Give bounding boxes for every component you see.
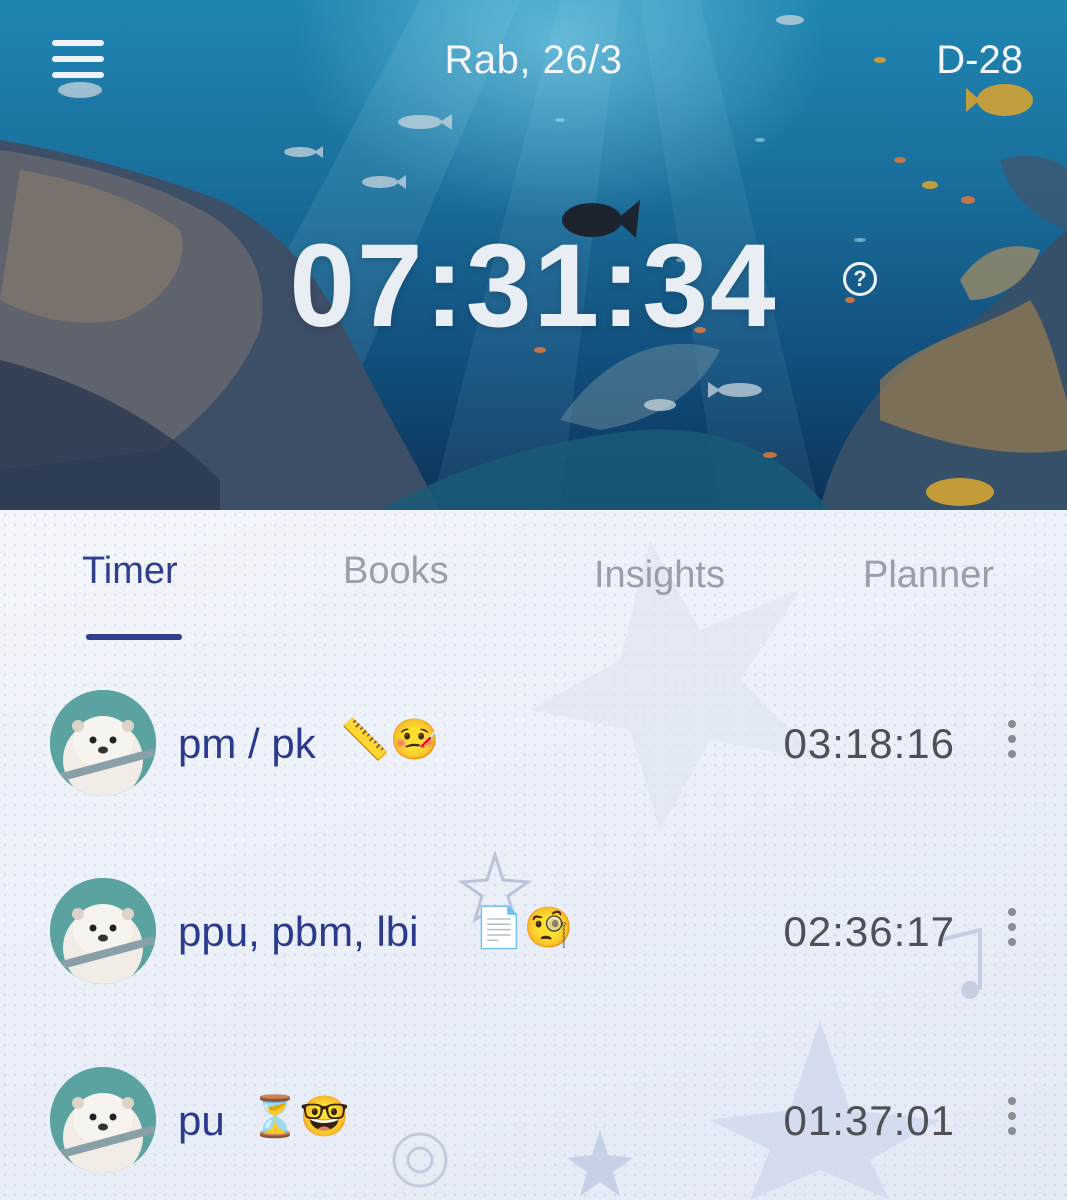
active-tab-indicator — [86, 634, 182, 640]
subject-emoji: ⏳🤓 — [250, 1095, 350, 1139]
otter-avatar — [50, 878, 156, 984]
d-day-counter[interactable]: D-28 — [936, 38, 1023, 83]
subject-time: 03:18:16 — [783, 720, 955, 767]
date-label: Rab, 26/3 — [444, 38, 623, 82]
total-timer-display: 07:31:34 — [289, 220, 778, 352]
otter-avatar — [50, 690, 156, 796]
subject-name: pm / pk — [178, 720, 316, 767]
subject-time: 01:37:01 — [783, 1097, 955, 1144]
subject-emoji: 📏🤒 — [340, 718, 440, 762]
subject-row[interactable]: pu ⏳🤓 01:37:01 — [0, 1067, 1067, 1177]
tab-timer[interactable]: Timer — [82, 550, 178, 593]
subject-row[interactable]: pm / pk 📏🤒 03:18:16 — [0, 690, 1067, 800]
tab-books[interactable]: Books — [343, 550, 449, 593]
header-background-image: Rab, 26/3 D-28 07:31:34 ? — [0, 0, 1067, 510]
subject-time: 02:36:17 — [783, 908, 955, 955]
tab-insights[interactable]: Insights — [594, 554, 725, 597]
more-options-icon[interactable] — [1004, 718, 1020, 768]
otter-avatar — [50, 1067, 156, 1173]
question-circle-icon[interactable]: ? — [843, 262, 877, 296]
subject-row[interactable]: ppu, pbm, lbi 📄🧐 02:36:17 — [0, 878, 1067, 988]
tab-planner[interactable]: Planner — [863, 554, 994, 597]
more-options-icon[interactable] — [1004, 1095, 1020, 1145]
subject-emoji: 📄🧐 — [474, 906, 574, 950]
tab-bar: Timer Books Insights Planner — [0, 550, 1067, 640]
more-options-icon[interactable] — [1004, 906, 1020, 956]
subject-name: ppu, pbm, lbi — [178, 908, 419, 955]
subject-panel: Timer Books Insights Planner pm / pk 📏🤒 … — [0, 510, 1067, 1200]
subject-name: pu — [178, 1097, 225, 1144]
